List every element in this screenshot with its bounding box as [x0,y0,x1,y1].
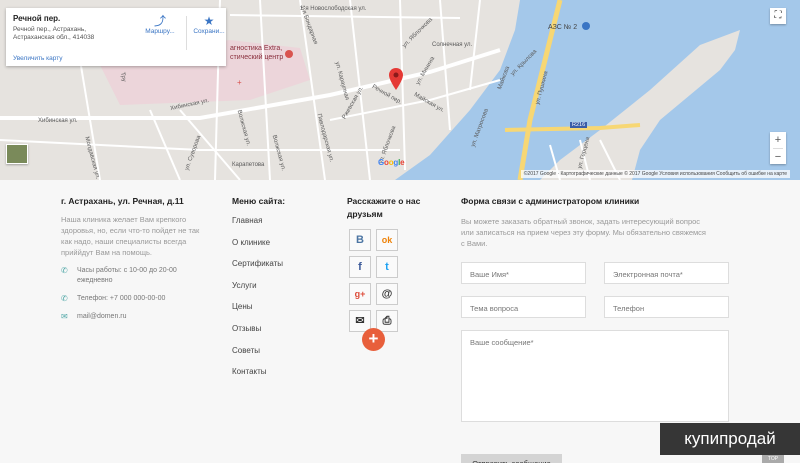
map-label: Карапетова [232,162,265,168]
site-footer: г. Астрахань, ул. Речная, д.11 Наша клин… [0,180,800,463]
enlarge-map-link[interactable]: Увеличить карту [13,55,63,62]
contacts-column: г. Астрахань, ул. Речная, д.11 Наша клин… [61,196,211,322]
map-poi: агностика Extra, [230,45,283,52]
map-label: 1-я Новослободская ул. [300,6,367,12]
map-attribution[interactable]: ©2017 Google · Картографические данные ©… [520,170,790,178]
odnoklassniki-icon[interactable]: ok [376,229,398,251]
email-input[interactable]: Электронная почта* [604,262,729,284]
hospital-marker-icon [285,50,293,58]
directions-icon: ⤴ [153,14,166,28]
contacts-title: г. Астрахань, ул. Речная, д.11 [61,196,184,206]
street-view-thumbnail[interactable] [6,144,28,164]
name-input[interactable]: Ваше Имя* [461,262,586,284]
menu-item-certificates[interactable]: Сертификаты [232,259,332,268]
directions-label: Маршру... [145,28,175,35]
share-column: Расскажите о нас друзьям B ok f t g+ @ ✉… [347,195,447,351]
hours-row: ✆ Часы работы: с 10-00 до 20-00 ежедневн… [61,266,211,286]
phone-icon: ✆ [61,266,68,275]
map-label: Солнечная ул. [432,42,473,48]
zoom-control: + − [770,132,786,164]
star-icon: ★ [203,14,215,28]
email-row: ✉ mail@domen.ru [61,312,211,322]
map[interactable]: 1-я Новослободская ул. ул. Яблочкова ул.… [0,0,800,180]
email-link[interactable]: mail@domen.ru [77,313,127,320]
phone-icon: ✆ [61,294,68,303]
menu-column: Меню сайта: Главная О клинике Сертификат… [232,196,332,389]
subject-input[interactable]: Тема вопроса [461,296,586,318]
email-at-icon[interactable]: @ [376,283,398,305]
menu-title: Меню сайта: [232,196,286,206]
form-title: Форма связи с администратором клиники [461,196,640,206]
about-text: Наша клиника желает Вам крепкого здоровь… [61,215,200,257]
google-plus-icon[interactable]: g+ [349,283,371,305]
menu-item-home[interactable]: Главная [232,216,332,225]
phone-input[interactable]: Телефон [604,296,729,318]
logo-letter: e [400,158,405,167]
more-share-button[interactable]: + [362,328,385,351]
submit-button[interactable]: Отправить сообщение [461,454,562,463]
phone-text: Телефон: +7 000 000-00-00 [77,295,166,302]
page: 1-я Новослободская ул. ул. Яблочкова ул.… [0,0,800,463]
map-label: АЗС № 2 [548,24,578,31]
gas-station-icon [582,22,590,30]
map-label: Хибинская ул. [38,118,78,124]
menu-item-about[interactable]: О клинике [232,238,332,247]
map-pin-icon[interactable] [389,68,403,90]
place-info-card: Речной пер. Речной пер., Астрахань, Астр… [6,8,226,66]
menu-item-services[interactable]: Услуги [232,281,332,290]
twitter-icon[interactable]: t [376,256,398,278]
map-poi: стический центр [230,54,284,61]
phone-row: ✆ Телефон: +7 000 000-00-00 [61,294,211,304]
share-title: Расскажите о нас друзьям [347,196,421,219]
message-textarea[interactable]: Ваше сообщение* [461,330,729,422]
zoom-in-button[interactable]: + [770,132,786,148]
contact-form: Форма связи с администратором клиники Вы… [461,196,731,463]
medical-cross-icon: + [237,78,242,87]
zoom-out-button[interactable]: − [770,149,786,165]
fullscreen-button[interactable]: ⛶ [770,8,786,24]
menu-item-reviews[interactable]: Отзывы [232,324,332,333]
watermark: купипродай [660,423,800,455]
facebook-icon[interactable]: f [349,256,371,278]
google-logo: Google [378,158,405,167]
vk-icon[interactable]: B [349,229,371,251]
directions-button[interactable]: ⤴ Маршру... [138,14,182,35]
road-badge: R216 [570,122,588,128]
scroll-top-button[interactable]: TOP [762,455,784,463]
menu-item-contacts[interactable]: Контакты [232,367,332,376]
hours-text: Часы работы: с 10-00 до 20-00 ежедневно [77,267,177,284]
form-description: Вы можете заказать обратный звонок, зада… [461,217,706,248]
menu-item-prices[interactable]: Цены [232,302,332,311]
save-button[interactable]: ★ Сохрани... [187,14,231,35]
envelope-icon: ✉ [61,312,68,321]
save-label: Сохрани... [193,28,225,35]
menu-item-tips[interactable]: Советы [232,346,332,355]
place-address: Речной пер., Астрахань, Астраханская обл… [13,26,95,41]
